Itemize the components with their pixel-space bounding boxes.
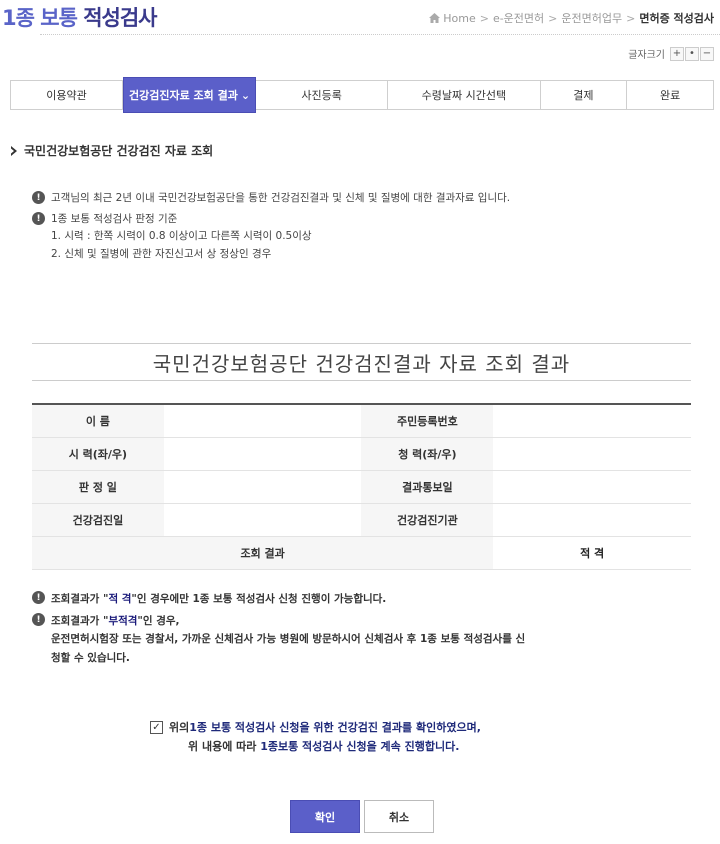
confirm-line: 위 내용에 따라 1종보통 적성검사 신청을 계속 진행합니다. bbox=[150, 738, 590, 754]
step-label: 결제 bbox=[573, 89, 594, 102]
step-label: 완료 bbox=[659, 89, 681, 102]
breadcrumb-current: 면허증 적성검사 bbox=[639, 12, 714, 25]
table-value-cell bbox=[163, 403, 362, 438]
criteria-item: 2. 신체 및 질병에 관한 자진신고서 상 정상인 경우 bbox=[51, 248, 272, 260]
notice-item: ! 조회결과가 "부적격"인 경우, bbox=[32, 612, 692, 630]
confirm-text-highlight: 1종 보통 적성검사 신청을 위한 건강검진 결과를 확인하였으며, bbox=[189, 721, 481, 734]
section-heading-text: 국민건강보험공단 건강검진 자료 조회 bbox=[24, 144, 214, 158]
table-row: 판 정 일 결과통보일 bbox=[32, 470, 691, 504]
table-header-cell: 주민등록번호 bbox=[361, 403, 494, 438]
font-size-control: 글자크기 + • − bbox=[628, 46, 714, 61]
notice-text-part: 조회결과가 " bbox=[51, 593, 109, 605]
eligible-text: 적 격 bbox=[108, 593, 132, 605]
step-label: 수령날짜 시간선택 bbox=[421, 89, 507, 102]
notice-text-part: "인 경우에만 1종 보통 적성검사 신청 진행이 가능합니다. bbox=[131, 593, 387, 605]
step-navigation: 이용약관 건강검진자료 조회 결과 ⌄ 사진등록 수령날짜 시간선택 결제 완료 bbox=[10, 77, 714, 113]
exclamation-icon: ! bbox=[32, 212, 45, 225]
table-value-cell bbox=[493, 403, 691, 438]
result-title: 국민건강보험공단 건강검진결과 자료 조회 결과 bbox=[152, 351, 571, 376]
breadcrumb-separator: > bbox=[479, 11, 489, 25]
info-notices: ! 고객님의 최근 2년 이내 국민건강보험공단을 통한 건강검진결과 및 신체… bbox=[32, 190, 692, 263]
notice-text: 고객님의 최근 2년 이내 국민건강보험공단을 통한 건강검진결과 및 신체 및… bbox=[51, 192, 511, 204]
table-row: 시 력(좌/우) 청 력(좌/우) bbox=[32, 437, 691, 471]
exclamation-icon: ! bbox=[32, 613, 45, 626]
page-title-rest: 적성검사 bbox=[83, 6, 157, 30]
page-header: 1종 보통 적성검사 Home > e-운전면허 > 운전면허업무 > 면허증 … bbox=[0, 0, 720, 38]
result-summary-value: 적 격 bbox=[493, 536, 691, 570]
table-header-cell: 건강검진일 bbox=[32, 503, 164, 537]
step-complete[interactable]: 완료 bbox=[627, 81, 713, 109]
breadcrumb-home-link[interactable]: Home bbox=[443, 12, 475, 25]
home-icon bbox=[429, 13, 441, 23]
table-header-cell: 청 력(좌/우) bbox=[361, 437, 494, 471]
step-photo-upload[interactable]: 사진등록 bbox=[256, 81, 389, 109]
step-terms[interactable]: 이용약관 bbox=[11, 81, 123, 109]
font-size-decrease-button[interactable]: − bbox=[700, 46, 714, 61]
exclamation-icon: ! bbox=[32, 591, 45, 604]
page-title-accent: 1종 보통 bbox=[2, 6, 78, 30]
table-value-cell bbox=[493, 437, 691, 471]
confirm-text-highlight: 1종보통 적성검사 신청을 계속 진행합니다. bbox=[260, 740, 460, 753]
breadcrumb-license-work-link[interactable]: 운전면허업무 bbox=[561, 10, 622, 26]
step-payment[interactable]: 결제 bbox=[541, 81, 628, 109]
result-summary-row: 조회 결과 적 격 bbox=[32, 536, 691, 570]
step-label: 사진등록 bbox=[301, 89, 342, 102]
confirm-checkbox[interactable]: ✓ bbox=[150, 720, 163, 734]
table-value-cell bbox=[163, 503, 362, 537]
notice-continuation: 청할 수 있습니다. bbox=[51, 652, 130, 664]
breadcrumb-e-license-link[interactable]: e-운전면허 bbox=[493, 10, 544, 26]
notice-text-part: "인 경우, bbox=[137, 615, 180, 627]
breadcrumb-separator: > bbox=[548, 11, 558, 25]
notice-text: 조회결과가 "부적격"인 경우, bbox=[51, 612, 180, 630]
confirm-text-part: 위의 bbox=[169, 721, 190, 734]
confirm-text-part: 위 내용에 따라 bbox=[188, 740, 261, 753]
notice-continuation: 운전면허시험장 또는 경찰서, 가까운 신체검사 가능 병원에 방문하시어 신체… bbox=[51, 633, 526, 645]
notice-item: ! 조회결과가 "적 격"인 경우에만 1종 보통 적성검사 신청 진행이 가능… bbox=[32, 590, 692, 608]
table-value-cell bbox=[493, 470, 691, 504]
ineligible-text: 부적격 bbox=[108, 615, 138, 627]
section-heading: 국민건강보험공단 건강검진 자료 조회 bbox=[10, 142, 213, 159]
result-summary-label: 조회 결과 bbox=[32, 536, 494, 570]
result-table: 이 름 주민등록번호 시 력(좌/우) 청 력(좌/우) 판 정 일 결과통보일… bbox=[32, 403, 691, 570]
notice-text: 1종 보통 적성검사 판정 기준 bbox=[51, 213, 178, 225]
notice-item: ! 1종 보통 적성검사 판정 기준 bbox=[32, 211, 692, 227]
exclamation-icon: ! bbox=[32, 191, 45, 204]
table-header-cell: 시 력(좌/우) bbox=[32, 437, 164, 471]
arrow-right-icon bbox=[11, 145, 17, 156]
step-pickup-date[interactable]: 수령날짜 시간선택 bbox=[388, 81, 541, 109]
font-size-reset-button[interactable]: • bbox=[685, 46, 699, 61]
confirm-button[interactable]: 확인 bbox=[290, 800, 360, 833]
header-divider bbox=[40, 34, 720, 35]
notice-item: ! 고객님의 최근 2년 이내 국민건강보험공단을 통한 건강검진결과 및 신체… bbox=[32, 190, 692, 206]
chevron-down-icon: ⌄ bbox=[240, 88, 251, 102]
cancel-button[interactable]: 취소 bbox=[364, 800, 434, 833]
criteria-item: 1. 시력 : 한쪽 시력이 0.8 이상이고 다른쪽 시력이 0.5이상 bbox=[51, 230, 312, 242]
notice-text: 조회결과가 "적 격"인 경우에만 1종 보통 적성검사 신청 진행이 가능합니… bbox=[51, 590, 386, 608]
table-value-cell bbox=[163, 470, 362, 504]
breadcrumb: Home > e-운전면허 > 운전면허업무 > 면허증 적성검사 bbox=[429, 10, 714, 26]
step-label: 건강검진자료 조회 결과 bbox=[128, 89, 238, 102]
font-size-label: 글자크기 bbox=[628, 50, 665, 61]
font-size-increase-button[interactable]: + bbox=[670, 46, 684, 61]
breadcrumb-separator: > bbox=[626, 11, 636, 25]
table-header-cell: 결과통보일 bbox=[361, 470, 494, 504]
page-title: 1종 보통 적성검사 bbox=[2, 2, 157, 32]
table-row: 건강검진일 건강검진기관 bbox=[32, 503, 691, 537]
table-header-cell: 판 정 일 bbox=[32, 470, 164, 504]
confirm-agreement: ✓ 위의 1종 보통 적성검사 신청을 위한 건강검진 결과를 확인하였으며, … bbox=[150, 719, 590, 754]
table-row: 이 름 주민등록번호 bbox=[32, 403, 691, 438]
table-value-cell bbox=[163, 437, 362, 471]
result-title-box: 국민건강보험공단 건강검진결과 자료 조회 결과 bbox=[32, 343, 691, 381]
table-value-cell bbox=[493, 503, 691, 537]
table-header-cell: 이 름 bbox=[32, 403, 164, 438]
step-label: 이용약관 bbox=[46, 89, 87, 102]
confirm-line: ✓ 위의 1종 보통 적성검사 신청을 위한 건강검진 결과를 확인하였으며, bbox=[150, 719, 590, 735]
table-header-cell: 건강검진기관 bbox=[361, 503, 494, 537]
result-notices: ! 조회결과가 "적 격"인 경우에만 1종 보통 적성검사 신청 진행이 가능… bbox=[32, 590, 692, 668]
step-health-check-result[interactable]: 건강검진자료 조회 결과 ⌄ bbox=[122, 77, 257, 113]
notice-text-part: 조회결과가 " bbox=[51, 615, 109, 627]
